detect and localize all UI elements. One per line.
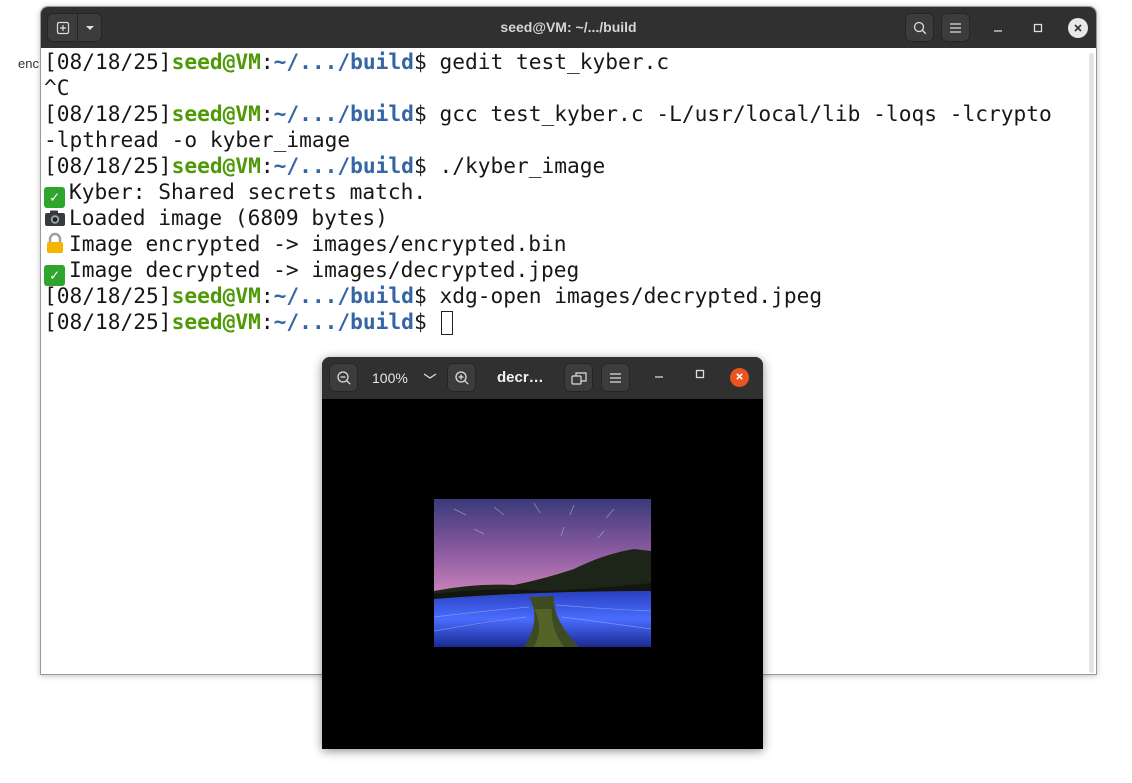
hamburger-icon xyxy=(950,22,961,33)
viewer-close-button[interactable] xyxy=(730,368,749,387)
zoom-in-icon xyxy=(454,370,469,385)
maximize-icon xyxy=(695,369,705,379)
zoom-level[interactable]: 100% xyxy=(372,370,408,386)
night-sky-photo xyxy=(434,499,651,647)
terminal-line: [08/18/25]seed@VM:~/.../build$ gedit tes… xyxy=(44,49,670,74)
terminal-header-bar: seed@VM: ~/.../build xyxy=(41,7,1096,48)
desktop-stray-text: enc xyxy=(18,56,39,71)
terminal-line: ✓ Kyber: Shared secrets match. xyxy=(44,179,1096,208)
close-icon xyxy=(736,373,743,380)
image-viewer-header: 100% decr… xyxy=(322,357,763,399)
terminal-line: [08/18/25]seed@VM:~/.../build$ xyxy=(44,309,1096,335)
chevron-down-icon xyxy=(85,25,94,30)
search-button[interactable] xyxy=(905,13,934,42)
zoom-in-button[interactable] xyxy=(447,363,476,392)
terminal-line: [08/18/25]seed@VM:~/.../build$ ./kyber_i… xyxy=(44,153,606,178)
image-canvas[interactable] xyxy=(322,399,763,749)
maximize-button[interactable] xyxy=(1026,16,1050,40)
image-viewer-window: 100% decr… xyxy=(322,357,763,749)
minimize-icon xyxy=(994,29,1002,32)
lock-icon xyxy=(44,231,69,257)
text-cursor xyxy=(441,311,454,335)
viewer-maximize-button[interactable] xyxy=(690,368,710,383)
terminal-line: [08/18/25]seed@VM:~/.../build$ gcc test_… xyxy=(44,101,1052,126)
terminal-scrollbar[interactable] xyxy=(1089,53,1094,673)
new-tab-icon xyxy=(56,21,69,34)
terminal-line: ✓ Image decrypted -> images/decrypted.jpe… xyxy=(44,257,1096,286)
terminal-line: [08/18/25]seed@VM:~/.../build$ xdg-open … xyxy=(44,283,823,308)
hamburger-icon xyxy=(610,372,621,383)
zoom-out-icon xyxy=(336,370,351,385)
zoom-dropdown-chevron[interactable] xyxy=(422,370,438,385)
new-tab-button[interactable] xyxy=(47,13,78,42)
gallery-button[interactable] xyxy=(564,363,593,392)
chevron-down-icon xyxy=(423,373,437,379)
hamburger-menu-button[interactable] xyxy=(941,13,970,42)
close-icon xyxy=(1074,23,1082,32)
decrypted-photo xyxy=(434,499,651,647)
terminal-line: Image encrypted -> images/encrypted.bin xyxy=(44,231,1096,257)
maximize-icon xyxy=(1033,23,1043,32)
minimize-button[interactable] xyxy=(986,16,1010,40)
viewer-menu-button[interactable] xyxy=(601,363,630,392)
search-icon xyxy=(913,21,926,34)
gallery-icon xyxy=(570,371,587,385)
close-button[interactable] xyxy=(1068,17,1088,38)
camera-icon xyxy=(44,205,69,231)
zoom-out-button[interactable] xyxy=(329,363,358,392)
terminal-line: -lpthread -o kyber_image xyxy=(44,127,351,152)
terminal-line: Loaded image (6809 bytes) xyxy=(44,205,1096,231)
minimize-icon xyxy=(655,376,663,378)
tab-menu-button[interactable] xyxy=(78,13,102,42)
viewer-minimize-button[interactable] xyxy=(649,368,669,383)
terminal-line: ^C xyxy=(44,75,70,100)
image-viewer-title: decr… xyxy=(497,369,544,386)
new-tab-group xyxy=(47,13,102,42)
